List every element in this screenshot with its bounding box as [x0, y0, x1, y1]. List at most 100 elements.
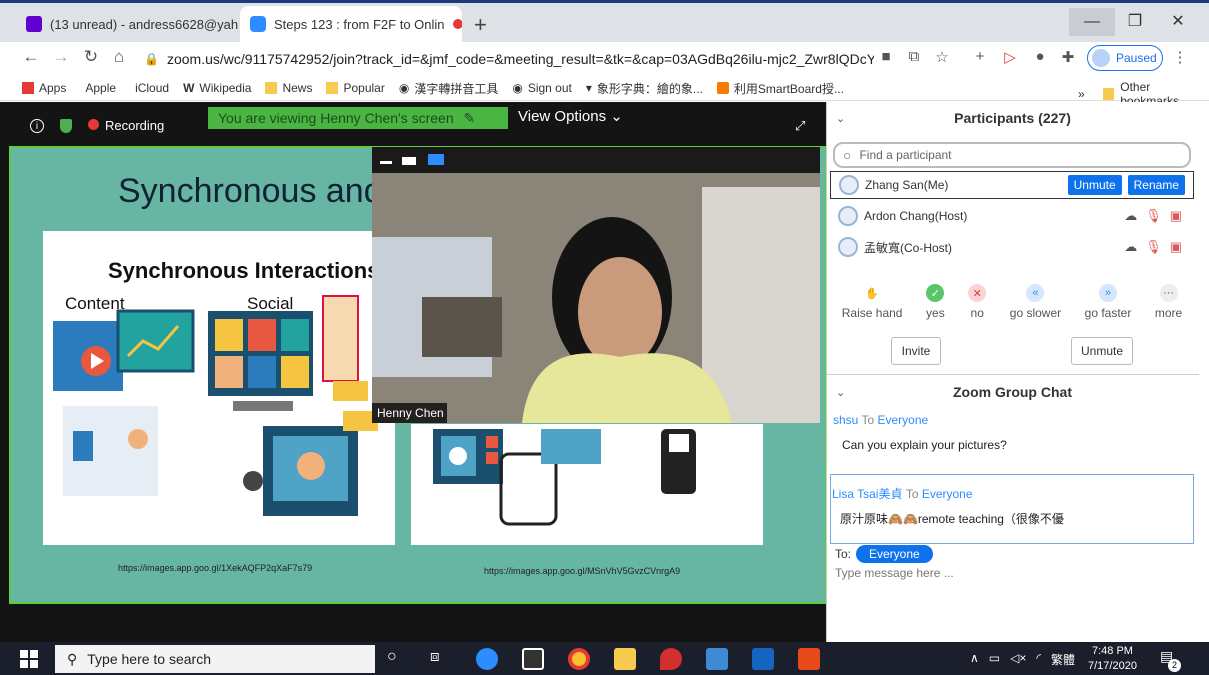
- go-faster-button[interactable]: » go faster: [1085, 284, 1131, 320]
- tab-yahoo-mail[interactable]: (13 unread) - andress6628@yaho ✕: [16, 6, 238, 42]
- avatar: [838, 206, 858, 226]
- video-app-icon[interactable]: [706, 648, 728, 670]
- raise-hand-icon: ✋: [865, 287, 879, 300]
- participant-row-me[interactable]: Zhang San(Me) Unmute Rename: [830, 171, 1194, 199]
- unmute-button[interactable]: Unmute: [1067, 175, 1122, 195]
- chat-sender: Lisa Tsai美貞 To Everyone: [832, 487, 973, 501]
- menu-icon[interactable]: ⋮: [1170, 48, 1190, 66]
- speaker-view-icon[interactable]: [402, 157, 416, 165]
- bookmark-wikipedia[interactable]: W Wikipedia: [183, 81, 251, 95]
- video-off-icon: ▣: [1169, 208, 1182, 223]
- address-bar[interactable]: 🔒 zoom.us/wc/91175742952/join?track_id=&…: [144, 46, 874, 72]
- video-toolbar: [372, 147, 820, 173]
- image-source-url: https://images.app.goo.gl/1XekAQFP2qXaF7…: [118, 563, 313, 573]
- participant-name: Zhang San(Me): [865, 178, 949, 192]
- close-window-button[interactable]: ✕: [1155, 8, 1201, 36]
- file-explorer-icon[interactable]: [614, 648, 636, 670]
- edge-icon[interactable]: [476, 648, 498, 670]
- cloud-recording-icon: ☁: [1124, 208, 1138, 223]
- slide-panel-heading: Synchronous Interactions: [108, 258, 380, 283]
- back-icon[interactable]: ←: [20, 47, 42, 67]
- bookmark-apple[interactable]: Apple: [80, 81, 116, 95]
- avatar: [838, 237, 858, 257]
- slower-icon: «: [1026, 284, 1045, 302]
- participant-status: ☁ 🎙 ▣: [1124, 239, 1182, 255]
- battery-icon[interactable]: ▭: [989, 651, 1000, 668]
- maximize-button[interactable]: ❐: [1112, 8, 1158, 36]
- chrome-icon[interactable]: [568, 648, 590, 670]
- bookmarks-overflow[interactable]: »: [1078, 87, 1085, 101]
- wifi-icon[interactable]: ◜: [1036, 651, 1041, 668]
- more-button[interactable]: ··· more: [1155, 284, 1182, 320]
- reload-icon[interactable]: ↻: [80, 47, 102, 67]
- ime-indicator[interactable]: 繁體: [1051, 651, 1075, 668]
- chevron-up-icon[interactable]: ∧: [970, 651, 979, 668]
- forward-icon[interactable]: →: [50, 47, 72, 67]
- participant-row-cohost[interactable]: 孟敏寬(Co-Host) ☁ 🎙 ▣: [830, 233, 1194, 261]
- bookmark-pictograph[interactable]: ▾ 象形字典：繪的象...: [586, 80, 703, 97]
- presenter-video[interactable]: [372, 147, 820, 423]
- rename-button[interactable]: Rename: [1127, 175, 1185, 195]
- star-icon[interactable]: ☆: [932, 48, 952, 66]
- fullscreen-icon[interactable]: ⤢: [795, 118, 805, 134]
- volume-icon[interactable]: ◁×: [1010, 651, 1026, 668]
- cortana-icon[interactable]: ○: [387, 648, 397, 666]
- participant-row-host[interactable]: Ardon Chang(Host) ☁ 🎙 ▣: [830, 202, 1194, 230]
- bookmark-sign-out[interactable]: ◉ Sign out: [512, 81, 572, 95]
- yes-button[interactable]: ✓ yes: [926, 284, 945, 320]
- unmute-me-button[interactable]: Unmute: [1071, 337, 1133, 365]
- annotate-icon[interactable]: ✎: [464, 110, 476, 126]
- info-icon[interactable]: i: [30, 118, 44, 133]
- no-button[interactable]: ✕ no: [968, 284, 987, 320]
- check-icon: ✓: [926, 284, 945, 302]
- store-icon[interactable]: [522, 648, 544, 670]
- mic-muted-icon: 🎙: [1145, 239, 1162, 254]
- minimize-button[interactable]: —: [1069, 8, 1115, 36]
- camera-icon[interactable]: ■: [876, 48, 896, 65]
- slide-content-label: Content: [65, 294, 125, 313]
- go-slower-button[interactable]: « go slower: [1010, 284, 1061, 320]
- participant-name: Ardon Chang(Host): [864, 209, 968, 223]
- gallery-view-icon[interactable]: [428, 154, 444, 165]
- avatar: [1092, 49, 1110, 67]
- clock[interactable]: 7:48 PM 7/17/2020: [1088, 644, 1137, 674]
- tab-zoom-meeting[interactable]: Steps 123 : from F2F to Onlin ✕: [240, 6, 462, 42]
- pin-app-icon[interactable]: [660, 648, 682, 670]
- bookmark-apps[interactable]: Apps: [22, 81, 66, 95]
- puzzle-icon[interactable]: ✚: [1058, 48, 1078, 66]
- extension-icon[interactable]: ▷: [1000, 48, 1020, 66]
- bookmark-pinyin-tool[interactable]: ◉ 漢字轉拼音工具: [399, 80, 499, 97]
- notification-count-badge: 2: [1168, 659, 1181, 672]
- bookmark-icloud[interactable]: iCloud: [130, 81, 169, 95]
- new-tab-button[interactable]: +: [474, 12, 487, 38]
- chat-input[interactable]: Type message here ...: [835, 566, 954, 580]
- bookmark-icon: ▾: [585, 81, 592, 95]
- video-name-label: Henny Chen: [372, 403, 447, 423]
- tab-title: Steps 123 : from F2F to Onlin: [274, 16, 445, 32]
- clock-time: 7:48 PM: [1091, 645, 1133, 657]
- taskbar-search-input[interactable]: ⚲ Type here to search: [55, 645, 375, 673]
- shield-icon[interactable]: [60, 118, 72, 133]
- powerpoint-icon[interactable]: [798, 648, 820, 670]
- translate-icon[interactable]: ⧉: [904, 48, 924, 65]
- recipient-select[interactable]: Everyone: [856, 545, 933, 563]
- minimize-video-icon[interactable]: [380, 161, 392, 164]
- slide-title: Synchronous and: [118, 172, 383, 210]
- lock-icon: 🔒: [144, 52, 159, 66]
- recording-status: Recording: [88, 118, 164, 133]
- bookmark-news[interactable]: News: [265, 81, 312, 95]
- raise-hand-button[interactable]: ✋ Raise hand: [842, 284, 903, 321]
- bookmark-popular[interactable]: Popular: [326, 81, 385, 95]
- bookmark-smartboard[interactable]: 利用SmartBoard授...: [716, 80, 844, 97]
- windows-start-icon[interactable]: [20, 650, 38, 668]
- add-icon[interactable]: +: [970, 48, 990, 65]
- find-participant-input[interactable]: ○ Find a participant: [833, 142, 1191, 168]
- extension-icon[interactable]: ●: [1030, 48, 1050, 65]
- participants-header: Participants (227): [954, 110, 1071, 126]
- task-view-icon[interactable]: ⧈: [430, 648, 440, 665]
- invite-button[interactable]: Invite: [891, 337, 941, 365]
- view-options-button[interactable]: View Options ⌄: [508, 107, 628, 129]
- profile-button[interactable]: Paused: [1087, 45, 1163, 71]
- home-icon[interactable]: ⌂: [108, 47, 130, 67]
- mail-app-icon[interactable]: [752, 648, 774, 670]
